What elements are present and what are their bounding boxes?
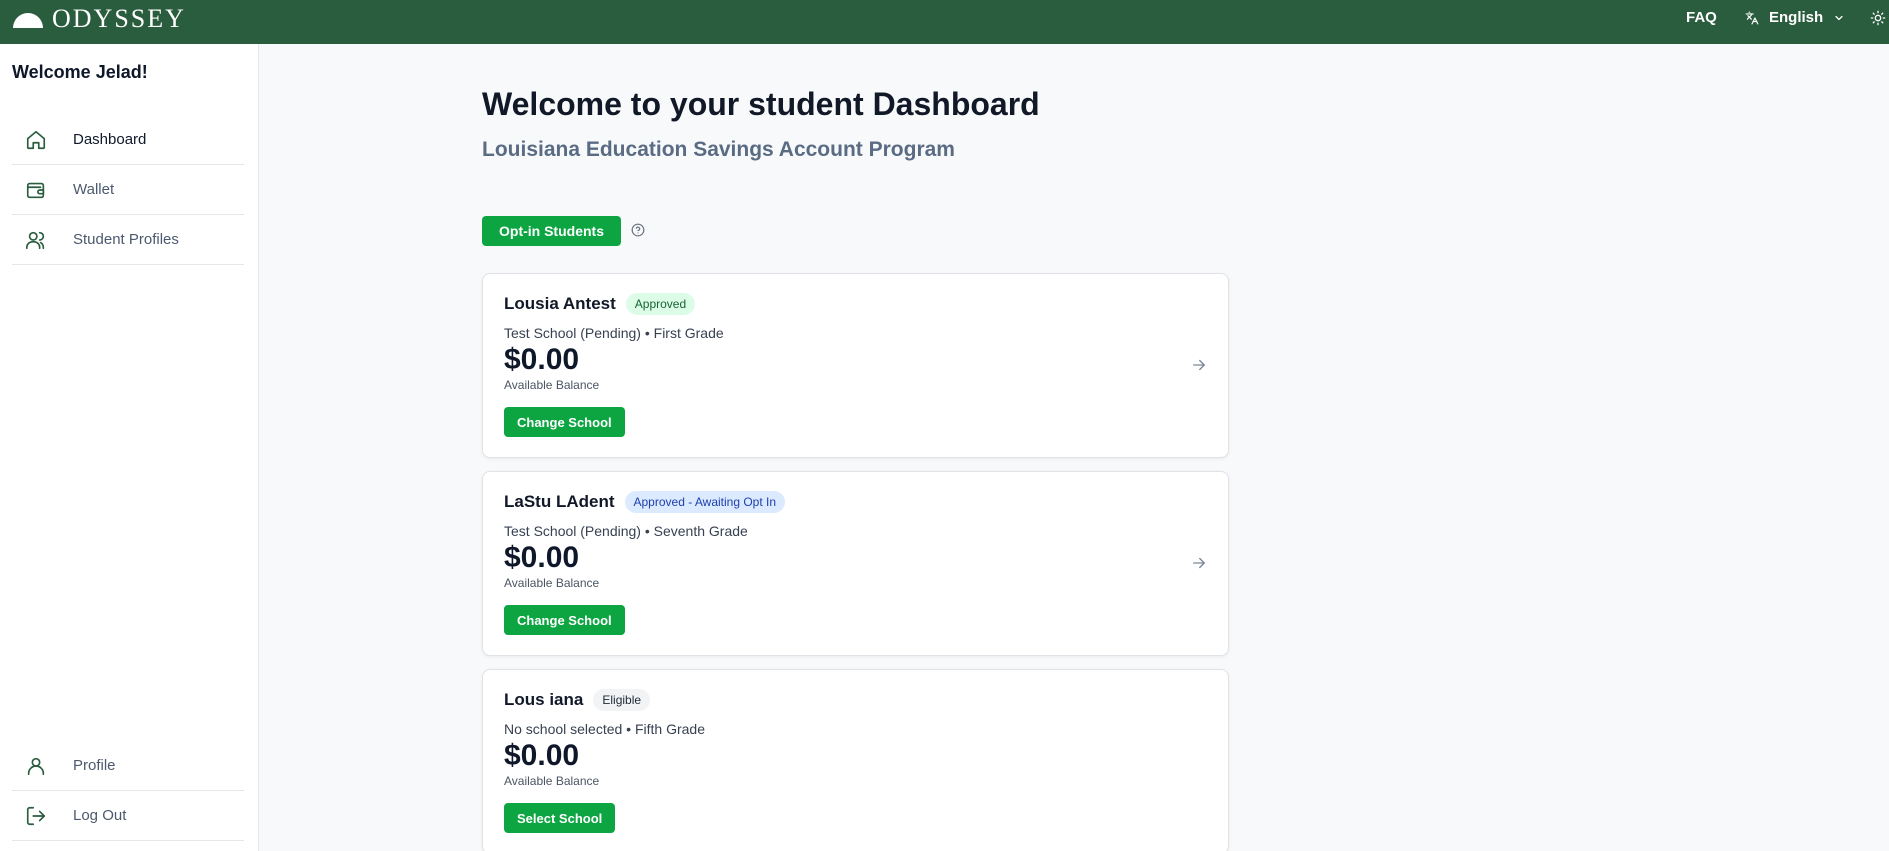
student-name: LaStu LAdent bbox=[504, 492, 615, 511]
school-grade: No school selected • Fifth Grade bbox=[504, 721, 705, 737]
school-grade: Test School (Pending) • Seventh Grade bbox=[504, 523, 748, 539]
arrow-right-icon[interactable] bbox=[1190, 554, 1208, 577]
sidebar-item-profile[interactable]: Profile bbox=[12, 741, 244, 791]
status-badge: Eligible bbox=[593, 689, 651, 711]
sidebar-item-label: Dashboard bbox=[73, 131, 147, 148]
student-card[interactable]: Lous iana Eligible No school selected • … bbox=[482, 669, 1229, 851]
sidebar-item-logout[interactable]: Log Out bbox=[12, 791, 244, 841]
sidebar-item-label: Wallet bbox=[73, 181, 115, 198]
user-icon bbox=[24, 754, 48, 778]
balance-amount: $0.00 bbox=[504, 541, 580, 574]
translate-icon bbox=[1745, 11, 1759, 25]
balance-amount: $0.00 bbox=[504, 739, 580, 772]
page-subtitle: Louisiana Education Savings Account Prog… bbox=[482, 138, 955, 161]
help-icon[interactable] bbox=[631, 223, 645, 242]
student-name: Lousia Antest bbox=[504, 294, 616, 313]
change-school-button[interactable]: Change School bbox=[504, 605, 625, 635]
sidebar: Welcome Jelad! Dashboard Wallet Student … bbox=[0, 44, 259, 851]
logo[interactable]: ODYSSEY bbox=[12, 6, 186, 32]
student-card[interactable]: Lousia Antest Approved Test School (Pend… bbox=[482, 273, 1229, 458]
wallet-icon bbox=[24, 178, 48, 202]
school-grade: Test School (Pending) • First Grade bbox=[504, 325, 724, 341]
logo-text: ODYSSEY bbox=[52, 4, 186, 33]
faq-link[interactable]: FAQ bbox=[1686, 9, 1717, 26]
balance-amount: $0.00 bbox=[504, 343, 580, 376]
student-name-row: LaStu LAdent Approved - Awaiting Opt In bbox=[504, 491, 786, 513]
sidebar-item-label: Student Profiles bbox=[73, 231, 179, 248]
opt-in-students-button[interactable]: Opt-in Students bbox=[482, 216, 621, 246]
sidebar-bottom-nav: Profile Log Out bbox=[12, 741, 244, 841]
student-card[interactable]: LaStu LAdent Approved - Awaiting Opt In … bbox=[482, 471, 1229, 656]
users-icon bbox=[24, 228, 48, 252]
page-title: Welcome to your student Dashboard bbox=[482, 86, 1040, 122]
home-icon bbox=[24, 128, 48, 152]
welcome-message: Welcome Jelad! bbox=[12, 62, 148, 82]
sidebar-nav: Dashboard Wallet Student Profiles bbox=[12, 115, 244, 265]
balance-label: Available Balance bbox=[504, 576, 600, 590]
balance-label: Available Balance bbox=[504, 774, 600, 788]
language-label: English bbox=[1769, 9, 1824, 26]
balance-label: Available Balance bbox=[504, 378, 600, 392]
arrow-right-icon[interactable] bbox=[1190, 356, 1208, 379]
sidebar-item-dashboard[interactable]: Dashboard bbox=[12, 115, 244, 165]
sidebar-item-student-profiles[interactable]: Student Profiles bbox=[12, 215, 244, 265]
student-name-row: Lous iana Eligible bbox=[504, 689, 651, 711]
student-name-row: Lousia Antest Approved bbox=[504, 293, 696, 315]
logout-icon bbox=[24, 804, 48, 828]
sun-icon[interactable] bbox=[1870, 10, 1886, 31]
change-school-button[interactable]: Change School bbox=[504, 407, 625, 437]
sidebar-item-label: Log Out bbox=[73, 807, 127, 824]
select-school-button[interactable]: Select School bbox=[504, 803, 616, 833]
status-badge: Approved bbox=[625, 293, 696, 315]
logo-dome-icon bbox=[12, 9, 44, 29]
top-bar: ODYSSEY FAQ English bbox=[0, 0, 1889, 44]
sidebar-item-wallet[interactable]: Wallet bbox=[12, 165, 244, 215]
student-name: Lous iana bbox=[504, 690, 584, 709]
sidebar-item-label: Profile bbox=[73, 757, 116, 774]
status-badge: Approved - Awaiting Opt In bbox=[624, 491, 786, 513]
chevron-down-icon bbox=[1833, 12, 1845, 24]
language-selector[interactable]: English bbox=[1745, 9, 1845, 26]
